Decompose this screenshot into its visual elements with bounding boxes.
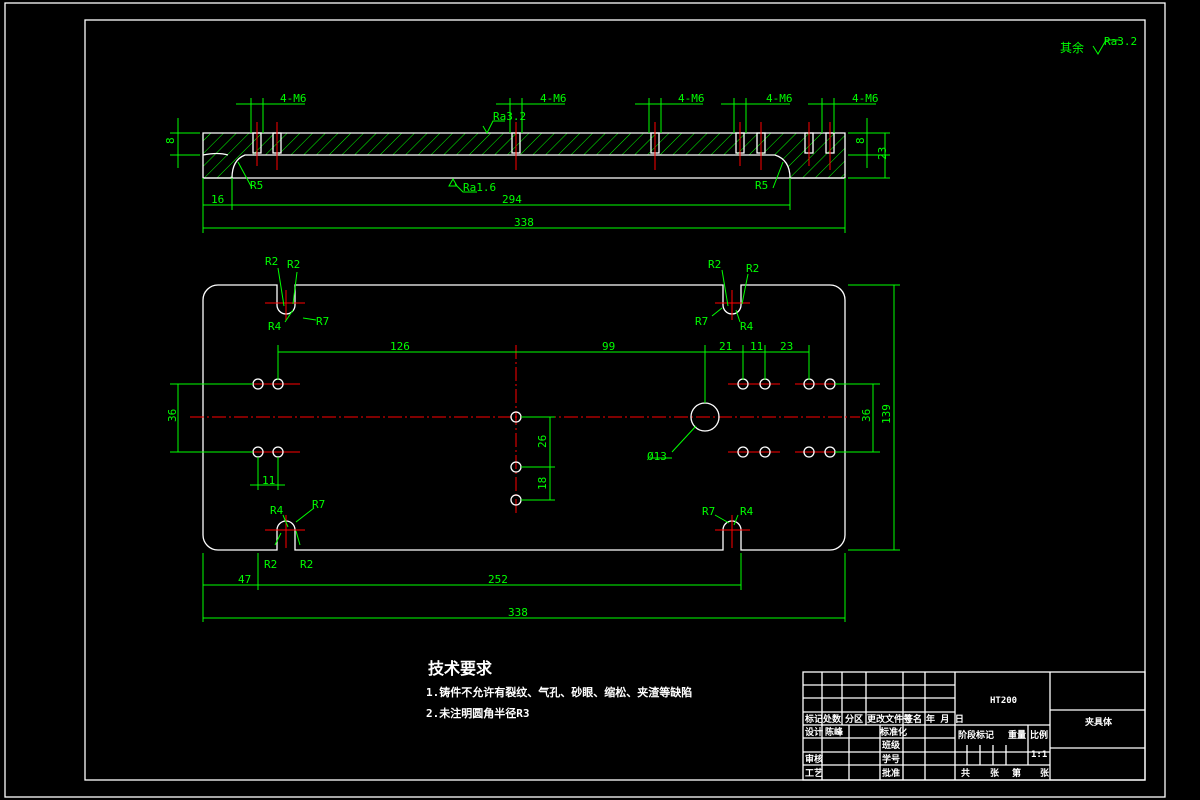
drawing-label: R4	[740, 505, 754, 518]
technical-requirements: 技术要求 1.铸件不允许有裂纹、气孔、砂眼、缩松、夹渣等缺陷 2.未注明圆角半径…	[426, 659, 692, 720]
drawing-label: 16	[211, 193, 224, 206]
drawing-label: 11	[750, 340, 763, 353]
drawing-line	[772, 161, 784, 189]
drawing-label: 23	[780, 340, 793, 353]
drawing-label: Ra1.6	[463, 181, 496, 194]
drawing-label: 99	[602, 340, 615, 353]
drawing-label: 23	[876, 147, 889, 160]
drawing-label: R2	[287, 258, 300, 271]
drawing-label: 设计	[805, 726, 823, 738]
outer-frame	[4, 2, 1166, 798]
drawing-label: 张	[1040, 767, 1050, 779]
title-block: HT200 夹具体 标记 处数 分区 更改文件号 签名 年 月 日 设计 陈峰 …	[802, 671, 1146, 781]
drawing-label: 1.铸件不允许有裂纹、气孔、砂眼、缩松、夹渣等缺陷	[426, 685, 692, 699]
thread-callout: 4-M6	[852, 92, 879, 105]
drawing-label: 338	[508, 606, 528, 619]
drawing-line	[245, 290, 845, 548]
drawing-label: 技术要求	[428, 659, 493, 678]
drawing-label: 139	[880, 404, 893, 424]
drawing-label: 338	[514, 216, 534, 229]
drawing-label: 其余	[1060, 40, 1084, 55]
drawing-label: R4	[270, 504, 284, 517]
drawing-label: R2	[300, 558, 313, 571]
thread-callout: 4-M6	[540, 92, 567, 105]
drawing-label: 18	[536, 477, 549, 490]
drawing-label: 2.未注明圆角半径R3	[426, 706, 530, 720]
drawing-label: Ø13	[647, 450, 667, 463]
drawing-label: 张	[990, 767, 1000, 779]
drawing-label: 处数	[822, 713, 842, 725]
drawing-label: 47	[238, 573, 251, 586]
drawing-label: R5	[755, 179, 768, 192]
drawing-label: 26	[536, 435, 549, 448]
drawing-label: 126	[390, 340, 410, 353]
drawing-label: R7	[312, 498, 325, 511]
part-name: 夹具体	[1085, 716, 1113, 728]
drawing-label: 签名	[903, 713, 922, 725]
drawing-label: R7	[695, 315, 708, 328]
drawing-label: 8	[854, 137, 867, 144]
drawing-label: 294	[502, 193, 522, 206]
drawing-label: 标记	[804, 713, 823, 725]
drawing-label: R2	[265, 255, 278, 268]
thread-callout: 4-M6	[678, 92, 705, 105]
drawing-label: 11	[262, 474, 275, 487]
drawing-label: 8	[164, 137, 177, 144]
drawing-label: R4	[740, 320, 754, 333]
drawing-label: 1:1	[1031, 750, 1047, 760]
drawing-label: R7	[316, 315, 329, 328]
drawing-label: R5	[250, 179, 263, 192]
drawing-label: 审核	[805, 753, 823, 765]
drawing-label: R2	[746, 262, 759, 275]
cad-drawing: 其余 Ra3.2 4-M6 4-M6 4-M6 4-M6 4-M6 Ra3.2 …	[4, 2, 1166, 798]
drawing-label: 第	[1012, 767, 1021, 779]
plan-view: R2 R2 R4 R7 R2 R2 R7 R4 R4 R7 R2 R2 R7 R…	[166, 255, 900, 622]
drawing-label: 重量	[1008, 729, 1026, 741]
drawing-label: Ra3.2	[1104, 35, 1137, 48]
drawing-label: 工艺	[805, 767, 823, 779]
drawing-label: 年 月 日	[926, 713, 964, 725]
thread-callout: 4-M6	[280, 92, 307, 105]
drawing-label: 学号	[882, 753, 900, 765]
drawing-label: R7	[702, 505, 715, 518]
drawing-label: R2	[264, 558, 277, 571]
drawing-label: 分区	[845, 713, 863, 725]
drawing-label: R2	[708, 258, 721, 271]
material: HT200	[990, 696, 1017, 706]
drawing-label: 比例	[1030, 729, 1048, 741]
drawing-label: 班级	[882, 739, 901, 751]
drawing-label: 252	[488, 573, 508, 586]
drawing-label: 标准化	[879, 726, 907, 738]
drawing-label: 共	[961, 767, 970, 779]
drawing-label: 陈峰	[825, 726, 844, 738]
drawing-label: 批准	[882, 767, 900, 779]
roughness-note: 其余 Ra3.2	[1060, 35, 1137, 55]
drawing-label: 36	[860, 409, 873, 422]
drawing-label: 36	[166, 409, 179, 422]
thread-callout: 4-M6	[766, 92, 793, 105]
drawing-label: 21	[719, 340, 732, 353]
drawing-label: R4	[268, 320, 282, 333]
section-view: 4-M6 4-M6 4-M6 4-M6 4-M6 Ra3.2 Ra1.6 R5 …	[164, 92, 890, 233]
drawing-label: 阶段标记	[958, 729, 994, 741]
drawing-label: Ra3.2	[493, 110, 526, 123]
